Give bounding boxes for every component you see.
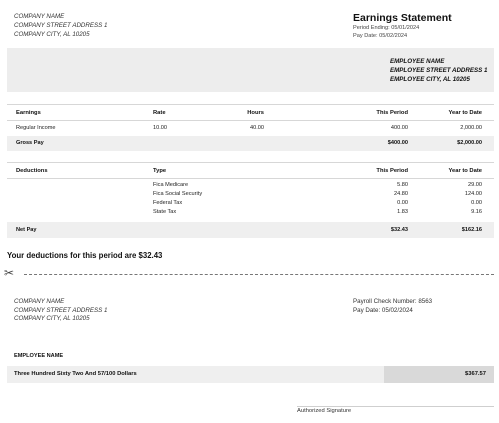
signature-line <box>297 406 494 407</box>
check-company-address: COMPANY STREET ADDRESS 1 <box>14 306 108 314</box>
employee-name: EMPLOYEE NAME <box>390 58 445 65</box>
company-city: COMPANY CITY, AL 10205 <box>14 31 90 38</box>
amount-box: $367.57 <box>384 366 494 383</box>
net-pay-label: Net Pay <box>16 227 37 233</box>
earning-label: Regular Income <box>16 125 56 131</box>
deduction-type: Federal Tax <box>153 200 183 206</box>
earning-rate: 10.00 <box>153 125 167 131</box>
deduction-this-period: 24.80 <box>394 191 408 197</box>
company-name: COMPANY NAME <box>14 13 65 20</box>
deduction-type: Fica Medicare <box>153 182 189 188</box>
deduction-type: State Tax <box>153 209 177 215</box>
earning-ytd: 2,000.00 <box>460 125 482 131</box>
earnings-header-row: Earnings Rate Hours This Period Year to … <box>7 107 494 119</box>
deduction-ytd: 9.16 <box>471 209 482 215</box>
earnings-header-label: Earnings <box>16 110 41 116</box>
net-pay-row: Net Pay $32.43 $162.16 <box>7 222 494 238</box>
amount-band: Three Hundred Sixty Two And 57/100 Dolla… <box>7 366 494 383</box>
scissors-icon: ✂ <box>4 266 15 280</box>
deductions-header-this-period: This Period <box>376 168 408 174</box>
check-amount: $367.57 <box>465 371 486 377</box>
deductions-top-divider <box>7 162 494 163</box>
earnings-header-this-period: This Period <box>376 110 408 116</box>
company-info: COMPANY NAME COMPANY STREET ADDRESS 1 CO… <box>14 12 107 39</box>
table-row: Fica Medicare 5.80 29.00 <box>7 180 494 189</box>
pay-date: Pay Date: 05/02/2024 <box>353 33 408 39</box>
company-address: COMPANY STREET ADDRESS 1 <box>14 22 108 29</box>
gross-pay-this-period: $400.00 <box>387 140 408 146</box>
amount-in-words: Three Hundred Sixty Two And 57/100 Dolla… <box>14 371 137 377</box>
check-meta: Payroll Check Number: 8563 Pay Date: 05/… <box>353 298 432 315</box>
net-pay-this-period: $32.43 <box>390 227 408 233</box>
gross-pay-row: Gross Pay $400.00 $2,000.00 <box>7 136 494 151</box>
deduction-this-period: 0.00 <box>397 200 408 206</box>
gross-pay-label: Gross Pay <box>16 140 44 146</box>
table-row: Federal Tax 0.00 0.00 <box>7 198 494 207</box>
table-row: Regular Income 10.00 40.00 400.00 2,000.… <box>7 122 494 134</box>
deductions-note: Your deductions for this period are $32.… <box>7 251 163 260</box>
employee-info: EMPLOYEE NAME EMPLOYEE STREET ADDRESS 1 … <box>390 57 487 84</box>
statement-title: Earnings Statement <box>353 12 452 24</box>
deduction-type: Fica Social Security <box>153 191 203 197</box>
table-row: State Tax 1.83 9.16 <box>7 207 494 216</box>
employee-city: EMPLOYEE CITY, AL 10205 <box>390 76 470 83</box>
earning-this-period: 400.00 <box>390 125 408 131</box>
employee-address: EMPLOYEE STREET ADDRESS 1 <box>390 67 488 74</box>
deduction-ytd: 124.00 <box>464 191 482 197</box>
deduction-this-period: 5.80 <box>397 182 408 188</box>
check-employee-name: EMPLOYEE NAME <box>14 353 64 359</box>
earnings-header-ytd: Year to Date <box>448 110 482 116</box>
earning-hours: 40.00 <box>250 125 264 131</box>
check-company-city: COMPANY CITY, AL 10205 <box>14 315 90 322</box>
earnings-header-divider <box>7 120 494 121</box>
deductions-header-label: Deductions <box>16 168 48 174</box>
deduction-ytd: 0.00 <box>471 200 482 206</box>
earnings-header-hours: Hours <box>247 110 264 116</box>
deduction-ytd: 29.00 <box>468 182 482 188</box>
signature-label: Authorized Signature <box>297 408 352 414</box>
cut-line: ✂ <box>4 266 494 282</box>
deductions-header-type: Type <box>153 168 167 174</box>
deduction-this-period: 1.83 <box>397 209 408 215</box>
check-company-info: COMPANY NAME COMPANY STREET ADDRESS 1 CO… <box>14 298 107 324</box>
check-company-name: COMPANY NAME <box>14 298 65 305</box>
deductions-header-row: Deductions Type This Period Year to Date <box>7 165 494 177</box>
statement-meta: Period Ending: 05/01/2024 Pay Date: 05/0… <box>353 24 419 40</box>
dashed-divider <box>24 274 494 275</box>
deductions-header-ytd: Year to Date <box>448 168 482 174</box>
earnings-header-rate: Rate <box>153 110 166 116</box>
gross-pay-ytd: $2,000.00 <box>457 140 482 146</box>
earnings-top-divider <box>7 104 494 105</box>
net-pay-ytd: $162.16 <box>461 227 482 233</box>
period-ending: Period Ending: 05/01/2024 <box>353 25 420 31</box>
check-pay-date: Pay Date: 05/02/2024 <box>353 306 413 314</box>
check-number: Payroll Check Number: 8563 <box>353 298 433 305</box>
table-row: Fica Social Security 24.80 124.00 <box>7 189 494 198</box>
deductions-header-divider <box>7 178 494 179</box>
